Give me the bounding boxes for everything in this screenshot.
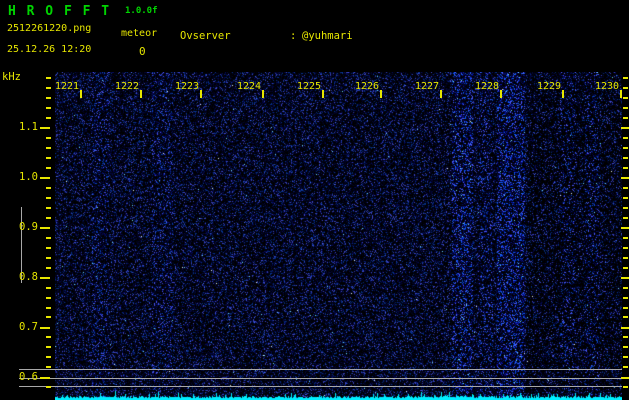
- freq-minor-tick-right: [623, 386, 628, 388]
- freq-minor-tick-right: [623, 237, 628, 239]
- minute-tick: [80, 90, 82, 98]
- time-tick-label: 1221: [55, 81, 80, 92]
- freq-minor-tick-right: [623, 157, 628, 159]
- freq-minor-tick-left: [46, 147, 51, 149]
- level-reference-line: [19, 378, 622, 379]
- freq-minor-tick-left: [46, 287, 51, 289]
- freq-minor-tick-right: [623, 147, 628, 149]
- freq-minor-tick-right: [623, 77, 628, 79]
- freq-major-tick-left: [40, 327, 50, 329]
- freq-tick-label: 0.8: [19, 271, 38, 283]
- level-reference-line: [19, 386, 622, 387]
- spectrogram-area: kHz 1.1 1.0 0.9 0.8 0.7 0.6 1221 1222 1223 1224 12…: [0, 0, 629, 400]
- freq-tick-label: 1.0: [19, 170, 38, 183]
- freq-minor-tick-right: [623, 217, 628, 219]
- freq-major-tick-right: [621, 227, 629, 229]
- freq-minor-tick-right: [623, 97, 628, 99]
- freq-minor-tick-left: [46, 97, 51, 99]
- freq-tick-label: 0.7: [19, 321, 38, 333]
- freq-major-tick-left: [40, 127, 50, 129]
- spectrogram-canvas: [55, 72, 622, 400]
- time-tick-label: 1226: [355, 81, 380, 92]
- time-tick-label: 1223: [175, 81, 200, 92]
- minute-tick: [322, 90, 324, 98]
- freq-tick-label: 1.1: [19, 121, 38, 133]
- freq-minor-tick-right: [623, 356, 628, 358]
- freq-minor-tick-left: [46, 386, 51, 388]
- freq-major-tick-right: [621, 127, 629, 129]
- freq-minor-tick-right: [623, 137, 628, 139]
- time-tick-label: 1224: [237, 81, 262, 92]
- freq-minor-tick-left: [46, 356, 51, 358]
- minute-tick: [500, 90, 502, 98]
- freq-minor-tick-left: [46, 346, 51, 348]
- freq-major-tick-right: [621, 327, 629, 329]
- freq-minor-tick-left: [46, 307, 51, 309]
- freq-minor-tick-left: [46, 87, 51, 89]
- freq-minor-tick-right: [623, 366, 628, 368]
- freq-minor-tick-right: [623, 287, 628, 289]
- time-tick-label: 1227: [415, 81, 440, 92]
- freq-minor-tick-left: [46, 316, 51, 318]
- minute-tick: [562, 90, 564, 98]
- freq-minor-tick-right: [623, 117, 628, 119]
- freq-tick-label: 0.9: [19, 221, 38, 233]
- minute-tick: [380, 90, 382, 98]
- freq-minor-tick-right: [623, 346, 628, 348]
- minute-tick: [440, 90, 442, 98]
- freq-minor-tick-right: [623, 197, 628, 199]
- freq-minor-tick-left: [46, 137, 51, 139]
- hrofft-window: H R O F F T 1.0.0f 2512261220.png meteor…: [0, 0, 629, 400]
- freq-minor-tick-left: [46, 207, 51, 209]
- freq-minor-tick-left: [46, 107, 51, 109]
- freq-unit-label: kHz: [2, 71, 21, 83]
- freq-major-tick-right: [621, 377, 629, 379]
- freq-minor-tick-left: [46, 187, 51, 189]
- freq-major-tick-right: [621, 277, 629, 279]
- freq-minor-tick-left: [46, 217, 51, 219]
- level-reference-line: [19, 369, 622, 370]
- freq-tick-label: 0.6: [19, 371, 38, 383]
- freq-minor-tick-right: [623, 257, 628, 259]
- freq-minor-tick-right: [623, 307, 628, 309]
- freq-minor-tick-right: [623, 207, 628, 209]
- freq-minor-tick-right: [623, 247, 628, 249]
- freq-minor-tick-left: [46, 267, 51, 269]
- freq-minor-tick-left: [46, 167, 51, 169]
- freq-minor-tick-left: [46, 157, 51, 159]
- freq-minor-tick-left: [46, 247, 51, 249]
- freq-minor-tick-right: [623, 187, 628, 189]
- minute-tick: [200, 90, 202, 98]
- freq-minor-tick-right: [623, 297, 628, 299]
- freq-minor-tick-left: [46, 257, 51, 259]
- freq-major-tick-left: [40, 176, 50, 179]
- time-tick-label: 1230: [595, 81, 620, 92]
- freq-minor-tick-left: [46, 366, 51, 368]
- freq-major-tick-left: [40, 377, 50, 379]
- time-tick-label: 1222: [115, 81, 140, 92]
- freq-major-tick-left: [40, 277, 50, 279]
- minute-tick: [620, 90, 622, 98]
- minute-tick: [262, 90, 264, 98]
- time-tick-label: 1225: [297, 81, 322, 92]
- freq-major-tick-right: [621, 176, 629, 179]
- time-tick-label: 1229: [537, 81, 562, 92]
- freq-minor-tick-left: [46, 77, 51, 79]
- freq-minor-tick-right: [623, 316, 628, 318]
- freq-minor-tick-right: [623, 167, 628, 169]
- freq-minor-tick-right: [623, 87, 628, 89]
- freq-minor-tick-left: [46, 237, 51, 239]
- freq-minor-tick-left: [46, 336, 51, 338]
- freq-minor-tick-left: [46, 197, 51, 199]
- minute-tick: [140, 90, 142, 98]
- freq-major-tick-left: [40, 227, 50, 229]
- freq-minor-tick-left: [46, 297, 51, 299]
- freq-minor-tick-right: [623, 267, 628, 269]
- freq-minor-tick-right: [623, 107, 628, 109]
- freq-minor-tick-left: [46, 117, 51, 119]
- freq-minor-tick-right: [623, 336, 628, 338]
- time-tick-label: 1228: [475, 81, 500, 92]
